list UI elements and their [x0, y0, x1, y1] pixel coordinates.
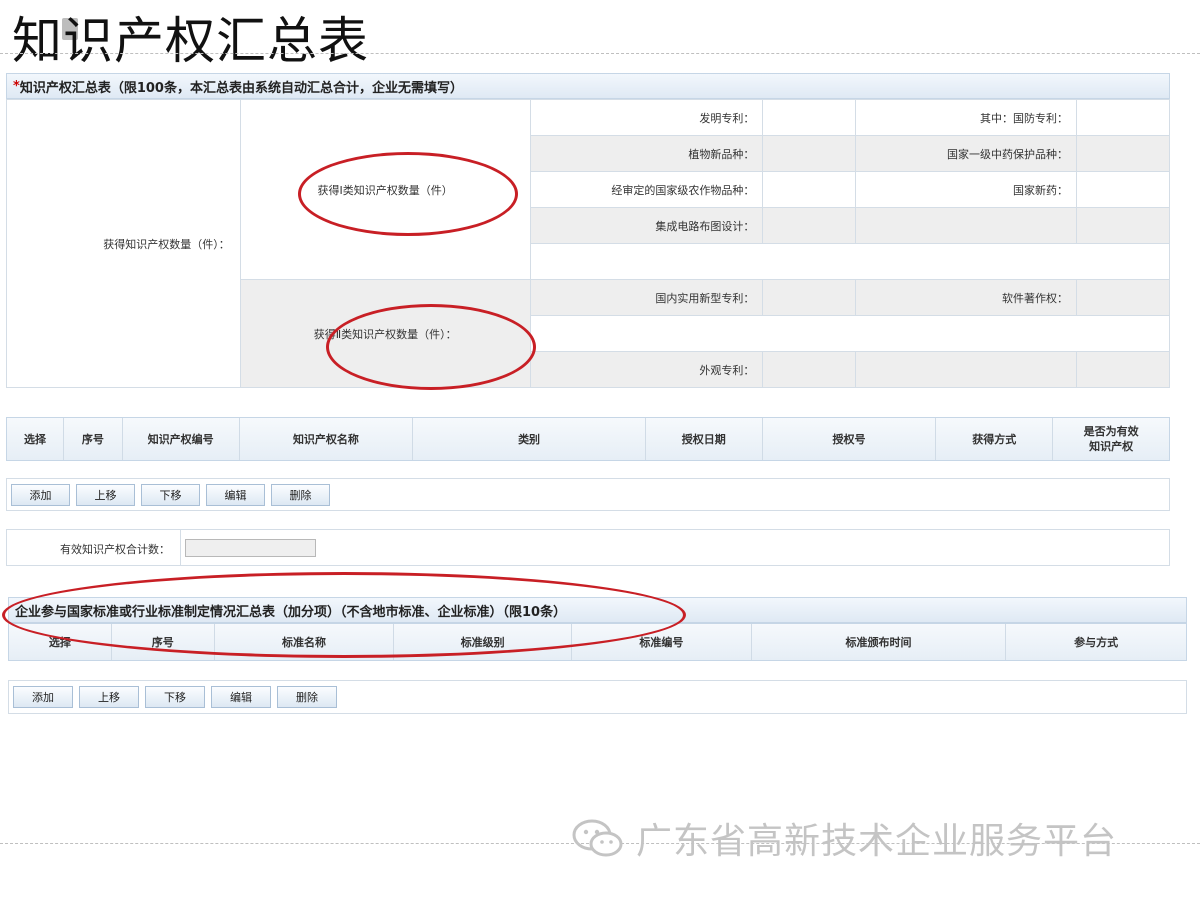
divider [180, 529, 181, 566]
tcm-protection-label: 国家一级中药保护品种： [855, 135, 1078, 172]
col-valid[interactable]: 是否为有效知识产权 [1053, 418, 1169, 460]
software-copyright-label: 软件著作权： [855, 279, 1078, 316]
crop-variety-label: 经审定的国家级农作物品种： [529, 171, 764, 208]
ic-layout-value [762, 207, 857, 244]
plant-variety-value [762, 135, 857, 172]
empty-cell [1076, 351, 1170, 388]
class2-label: 获得Ⅱ类知识产权数量（件）： [239, 279, 531, 388]
total-ip-label: 获得知识产权数量（件）： [6, 99, 241, 388]
empty-cell [855, 351, 1078, 388]
defense-patent-label: 其中：国防专利： [855, 99, 1078, 136]
standards-header-text: 企业参与国家标准或行业标准制定情况汇总表（加分项）（不含地市标准、企业标准）（限… [15, 604, 567, 620]
move-down-button[interactable]: 下移 [141, 483, 200, 506]
invention-patent-value [762, 99, 857, 136]
edit-button[interactable]: 编辑 [211, 686, 271, 708]
col-ip-name[interactable]: 知识产权名称 [240, 418, 414, 460]
col-participation[interactable]: 参与方式 [1006, 624, 1186, 660]
empty-cell [855, 207, 1078, 244]
col-index[interactable]: 序号 [112, 624, 215, 660]
empty-row [529, 243, 1171, 280]
ic-layout-label: 集成电路布图设计： [529, 207, 764, 244]
col-category[interactable]: 类别 [413, 418, 646, 460]
ip-grid-header: 选择 序号 知识产权编号 知识产权名称 类别 授权日期 授权号 获得方式 是否为… [6, 417, 1170, 461]
col-standard-number[interactable]: 标准编号 [572, 624, 752, 660]
new-drug-value [1076, 171, 1170, 208]
empty-cell [1076, 207, 1170, 244]
tcm-protection-value [1076, 135, 1170, 172]
add-button[interactable]: 添加 [13, 686, 73, 708]
delete-button[interactable]: 删除 [271, 483, 330, 506]
divider [0, 53, 1200, 54]
slide-title: 知识产权汇总表 [12, 12, 369, 70]
watermark: 广东省高新技术企业服务平台 [570, 812, 1117, 864]
class1-label: 获得Ⅰ类知识产权数量（件） [239, 99, 531, 280]
summary-header-text: 知识产权汇总表（限100条，本汇总表由系统自动汇总合计，企业无需填写） [19, 80, 463, 96]
crop-variety-value [762, 171, 857, 208]
move-up-button[interactable]: 上移 [79, 686, 139, 708]
col-ip-number[interactable]: 知识产权编号 [123, 418, 240, 460]
move-up-button[interactable]: 上移 [76, 483, 135, 506]
valid-total-input[interactable] [185, 539, 316, 557]
summary-header: * 知识产权汇总表（限100条，本汇总表由系统自动汇总合计，企业无需填写） [6, 73, 1170, 99]
watermark-text: 广东省高新技术企业服务平台 [636, 821, 1118, 862]
col-publish-date[interactable]: 标准颁布时间 [752, 624, 1007, 660]
software-copyright-value [1076, 279, 1170, 316]
empty-row [529, 315, 1171, 352]
design-patent-label: 外观专利： [529, 351, 764, 388]
defense-patent-value [1076, 99, 1170, 136]
ip-toolbar: 添加 上移 下移 编辑 删除 [6, 478, 1170, 511]
col-grant-date[interactable]: 授权日期 [646, 418, 763, 460]
add-button[interactable]: 添加 [11, 483, 70, 506]
design-patent-value [762, 351, 857, 388]
col-acquire-method[interactable]: 获得方式 [936, 418, 1054, 460]
standards-header: 企业参与国家标准或行业标准制定情况汇总表（加分项）（不含地市标准、企业标准）（限… [8, 597, 1187, 623]
utility-model-value [762, 279, 857, 316]
invention-patent-label: 发明专利： [529, 99, 764, 136]
edit-button[interactable]: 编辑 [206, 483, 265, 506]
wechat-icon [572, 819, 623, 857]
col-select[interactable]: 选择 [7, 418, 64, 460]
standards-toolbar: 添加 上移 下移 编辑 删除 [8, 680, 1187, 714]
col-index[interactable]: 序号 [64, 418, 123, 460]
new-drug-label: 国家新药： [855, 171, 1078, 208]
standards-grid-header: 选择 序号 标准名称 标准级别 标准编号 标准颁布时间 参与方式 [8, 623, 1187, 661]
plant-variety-label: 植物新品种： [529, 135, 764, 172]
delete-button[interactable]: 删除 [277, 686, 337, 708]
summary-table: 获得知识产权数量（件）： 获得Ⅰ类知识产权数量（件） 发明专利： 其中：国防专利… [6, 99, 1171, 388]
valid-total-label: 有效知识产权合计数： [60, 543, 170, 556]
required-mark: * [13, 78, 20, 94]
col-standard-name[interactable]: 标准名称 [215, 624, 395, 660]
utility-model-label: 国内实用新型专利： [529, 279, 764, 316]
col-standard-level[interactable]: 标准级别 [394, 624, 573, 660]
col-grant-number[interactable]: 授权号 [763, 418, 937, 460]
move-down-button[interactable]: 下移 [145, 686, 205, 708]
col-select[interactable]: 选择 [9, 624, 112, 660]
